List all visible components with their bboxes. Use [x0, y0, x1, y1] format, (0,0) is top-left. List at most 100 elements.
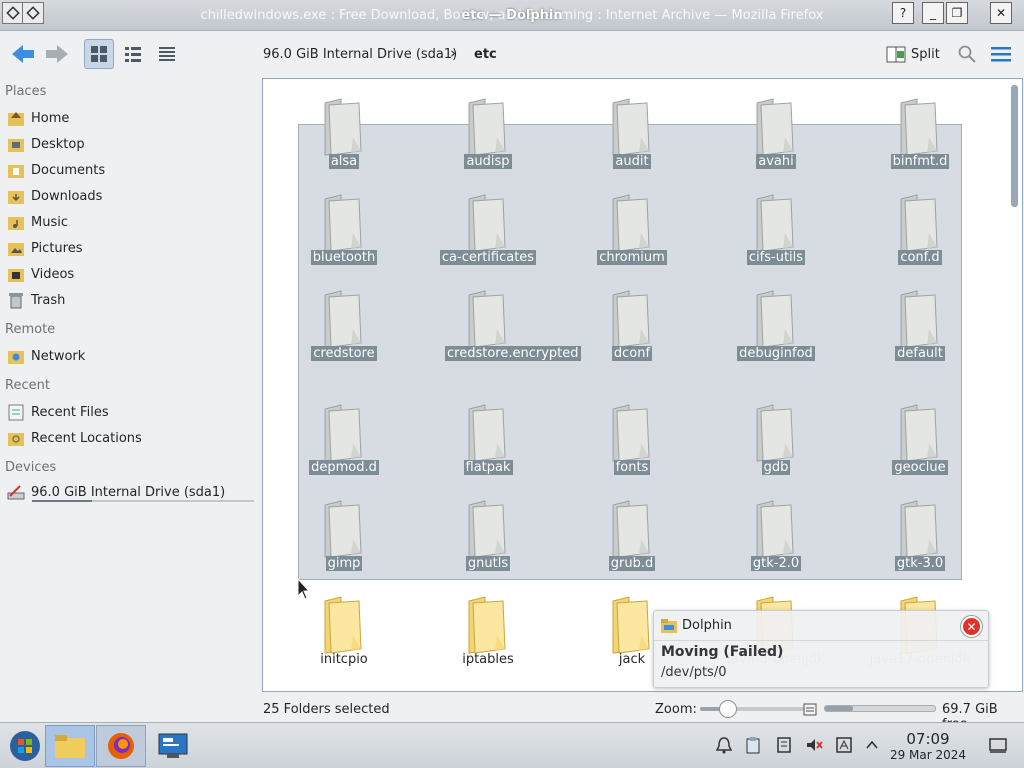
task-dolphin[interactable] — [45, 725, 95, 767]
sidebar-item-trash[interactable]: Trash — [6, 289, 256, 311]
folder-label-text: audit — [613, 154, 651, 169]
clock[interactable]: 07:09 29 Mar 2024 — [888, 731, 968, 763]
notifications-tray-button[interactable] — [714, 735, 734, 755]
sidebar-item-label: Trash — [31, 292, 66, 308]
folder-icon — [899, 403, 941, 467]
maximize-button[interactable]: ❐ — [946, 2, 968, 24]
folder-label-text: grub.d — [608, 556, 656, 571]
sidebar-item-recent-files[interactable]: Recent Files — [6, 401, 256, 423]
sidebar-item-pictures[interactable]: Pictures — [6, 237, 256, 259]
folder-icon — [467, 289, 509, 353]
icons-view-button[interactable] — [84, 39, 114, 69]
folder-item[interactable]: fonts — [572, 393, 692, 489]
input-method-tray-button[interactable] — [834, 735, 854, 755]
arrow-left-icon — [12, 45, 34, 63]
folder-item[interactable]: dconf — [572, 279, 692, 375]
folder-label: initcpio — [284, 651, 404, 669]
folder-item[interactable]: chromium — [572, 183, 692, 279]
vertical-scrollbar-handle[interactable] — [1011, 85, 1018, 207]
folder-label: chromium — [572, 249, 692, 267]
folder-icon — [323, 97, 365, 161]
sidebar-item-videos[interactable]: Videos — [6, 263, 256, 285]
help-button[interactable]: ? — [892, 2, 914, 24]
folder-item[interactable]: cifs-utils — [716, 183, 836, 279]
window-titlebar[interactable]: chilledwindows.exe : Free Download, Borr… — [0, 0, 1024, 31]
restore-icon: ❐ — [951, 6, 963, 20]
task-system-monitor[interactable] — [148, 725, 198, 767]
folder-label: audit — [572, 153, 692, 171]
folder-item[interactable]: geoclue — [860, 393, 980, 489]
sidebar-item-label: Recent Locations — [31, 430, 142, 446]
folder-icon — [323, 289, 365, 353]
music-folder-icon — [6, 212, 26, 232]
details-view-button[interactable] — [152, 39, 182, 69]
folder-item[interactable]: credstore.encrypted — [428, 279, 581, 375]
folder-item[interactable]: default — [860, 279, 980, 375]
places-header: Places — [5, 84, 47, 99]
folder-item[interactable]: bluetooth — [284, 183, 404, 279]
minimize-button[interactable]: _ — [922, 2, 944, 24]
folder-icon — [611, 403, 653, 467]
folder-icon — [467, 595, 509, 659]
sidebar-item-desktop[interactable]: Desktop — [6, 133, 256, 155]
folder-item[interactable]: iptables — [428, 585, 548, 681]
folder-label-text: debuginfod — [737, 346, 815, 361]
folder-item[interactable]: gimp — [284, 489, 404, 585]
desktop-icon — [989, 738, 1007, 753]
show-hidden-icons-button[interactable] — [862, 735, 882, 755]
folder-item[interactable]: depmod.d — [284, 393, 404, 489]
folder-item[interactable] — [428, 681, 548, 691]
folder-icon — [323, 499, 365, 563]
breadcrumb-current[interactable]: etc — [474, 47, 497, 62]
folder-item[interactable]: gnutls — [428, 489, 548, 585]
search-button[interactable] — [952, 39, 982, 69]
volume-tray-button[interactable] — [804, 735, 824, 755]
split-button[interactable]: Split — [886, 42, 940, 66]
folder-item[interactable]: audit — [572, 87, 692, 183]
sidebar-item-downloads[interactable]: Downloads — [6, 185, 256, 207]
sidebar-item-label: Network — [31, 348, 86, 364]
task-firefox[interactable] — [96, 725, 146, 767]
forward-button[interactable] — [42, 39, 72, 69]
folder-item[interactable]: conf.d — [860, 183, 980, 279]
sidebar-item-recent-locations[interactable]: Recent Locations — [6, 427, 256, 449]
sidebar-item-label: Videos — [31, 266, 75, 282]
folder-item[interactable]: binfmt.d — [860, 87, 980, 183]
sidebar-item-home[interactable]: Home — [6, 107, 256, 129]
folder-item[interactable]: avahi — [716, 87, 836, 183]
back-button[interactable] — [8, 39, 38, 69]
zoom-slider[interactable] — [700, 700, 810, 718]
hamburger-menu-button[interactable] — [986, 39, 1016, 69]
zoom-slider-handle[interactable] — [718, 700, 737, 718]
folder-item[interactable]: grub.d — [572, 489, 692, 585]
text-input-icon — [836, 737, 852, 753]
sidebar-item-documents[interactable]: Documents — [6, 159, 256, 181]
folder-item[interactable]: alsa — [284, 87, 404, 183]
folder-item[interactable]: credstore — [284, 279, 404, 375]
sidebar-item-network[interactable]: Network — [6, 345, 256, 367]
devices-tray-button[interactable] — [774, 735, 794, 755]
clipboard-tray-button[interactable] — [743, 735, 763, 755]
breadcrumb-drive[interactable]: 96.0 GiB Internal Drive (sda1) — [263, 47, 457, 62]
close-button[interactable]: ✕ — [990, 2, 1012, 24]
start-menu-button[interactable] — [0, 725, 50, 767]
selection-status: 25 Folders selected — [263, 702, 390, 717]
folder-item[interactable]: flatpak — [428, 393, 548, 489]
folder-item[interactable]: ca-certificates — [428, 183, 548, 279]
notification-close-button[interactable]: ✕ — [961, 616, 982, 637]
folder-item[interactable]: gtk-3.0 — [860, 489, 980, 585]
file-view[interactable]: alsa audisp audit avahi binfmt.d bluetooth ca-… — [262, 78, 1023, 692]
folder-item[interactable] — [284, 681, 404, 691]
sidebar-item-music[interactable]: Music — [6, 211, 256, 233]
recent-files-icon — [6, 402, 26, 422]
compact-view-button[interactable] — [118, 39, 148, 69]
folder-label: dconf — [572, 345, 692, 363]
show-desktop-button[interactable] — [988, 735, 1008, 755]
folder-item[interactable]: audisp — [428, 87, 548, 183]
folder-item[interactable]: debuginfod — [716, 279, 836, 375]
folder-icon — [611, 97, 653, 161]
folder-item[interactable]: gtk-2.0 — [716, 489, 836, 585]
folder-label-text: bluetooth — [310, 250, 378, 265]
folder-item[interactable]: gdb — [716, 393, 836, 489]
window-title: etc — Dolphin — [461, 8, 563, 23]
